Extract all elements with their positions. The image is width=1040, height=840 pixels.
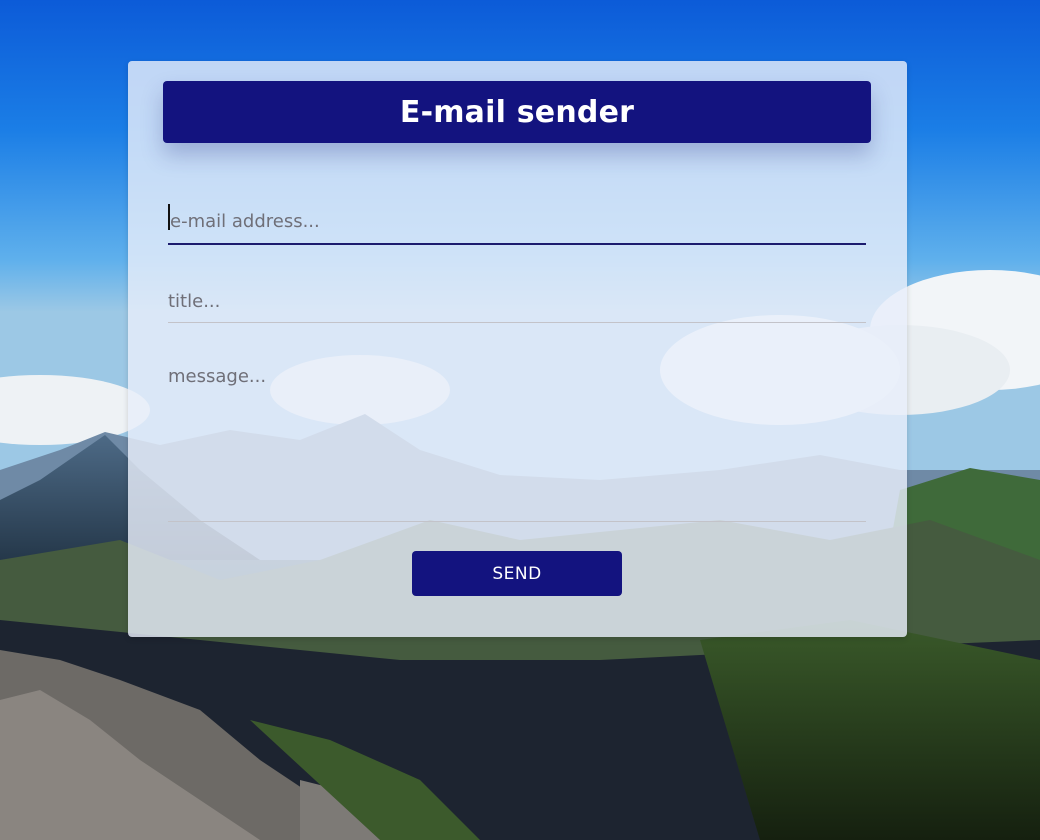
email-field[interactable] (168, 201, 866, 241)
app-header: E-mail sender (163, 81, 871, 143)
email-field-wrapper (168, 201, 866, 245)
message-field[interactable] (168, 361, 866, 511)
text-caret (168, 204, 170, 230)
title-field-wrapper (168, 281, 866, 323)
email-form-card: E-mail sender SEND (128, 61, 907, 637)
send-button[interactable]: SEND (412, 551, 622, 596)
page-title: E-mail sender (399, 94, 635, 130)
title-field[interactable] (168, 281, 866, 321)
message-field-wrapper (168, 361, 866, 522)
